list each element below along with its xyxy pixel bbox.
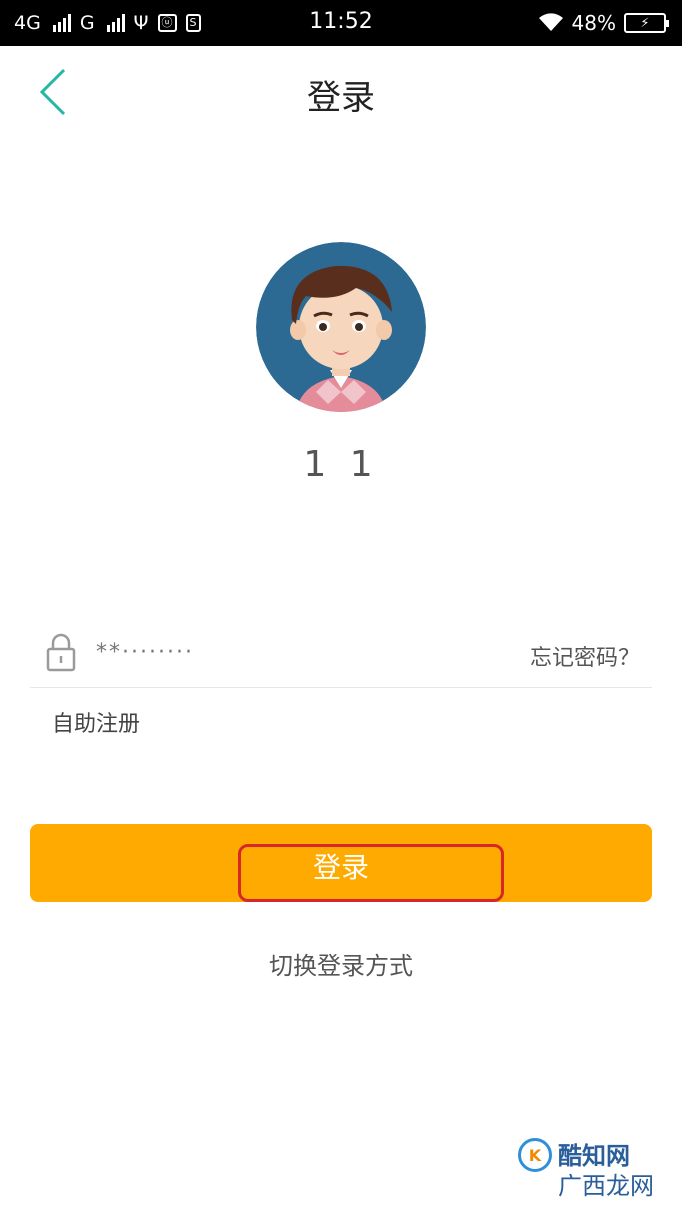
forgot-password-link[interactable]: 忘记密码？ [530, 640, 640, 672]
wifi-icon [538, 13, 563, 31]
status-right: 48% ⚡ [538, 9, 669, 37]
self-register-link[interactable]: 自助注册 [52, 706, 140, 738]
password-input[interactable] [96, 634, 396, 670]
switch-login-method-link[interactable]: 切换登录方式 [0, 946, 682, 981]
top-bar: 登录 [0, 46, 682, 140]
account-number: 1 1 [303, 444, 379, 485]
page-title: 登录 [307, 78, 375, 118]
highlight-annotation [238, 844, 504, 902]
login-button[interactable]: 登录 [30, 824, 652, 902]
avatar-illustration [256, 242, 426, 412]
battery-percent: 48% [571, 11, 616, 35]
status-bar: 4G G Ψ ⓤ S 11:52 48% ⚡ [0, 0, 682, 46]
watermark-subtext: 广西龙网 [558, 1172, 654, 1200]
watermark-icon: K [518, 1138, 552, 1172]
watermark-logo: K 酷知网 广西龙网 [510, 1130, 660, 1200]
password-row: 忘记密码？ [30, 622, 652, 688]
lock-icon [46, 633, 76, 672]
battery-icon: ⚡ [624, 13, 669, 33]
user-avatar[interactable] [256, 242, 426, 412]
